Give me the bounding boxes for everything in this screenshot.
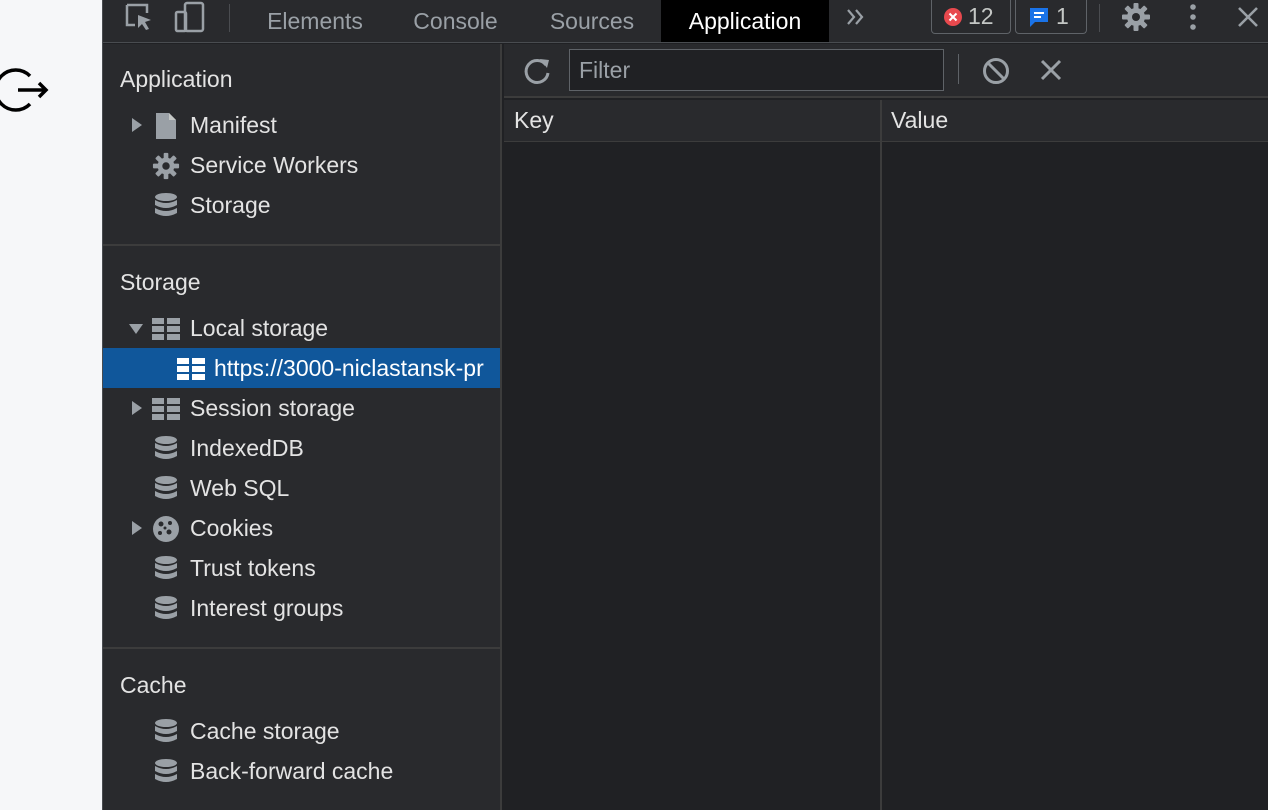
sidebar-item-web-sql[interactable]: Web SQL [103,468,500,508]
kebab-menu-icon[interactable] [1178,0,1208,34]
section-title-storage: Storage [120,269,201,295]
data-grid-header: Key Value [504,100,1268,142]
sidebar-item-storage[interactable]: Storage [103,185,500,225]
sidebar-item-cookies[interactable]: Cookies [103,508,500,548]
toolbar-divider [958,54,959,84]
devtools-panel: Elements Console Sources Application 12 [102,0,1268,810]
expand-arrow-icon[interactable] [130,520,144,536]
sidebar-item-label: Cookies [190,515,274,541]
sidebar-item-session-storage[interactable]: Session storage [103,388,500,428]
device-toggle-icon[interactable] [173,0,207,34]
tab-console[interactable]: Console [393,0,518,42]
sidebar-item-local-storage[interactable]: Local storage [103,308,500,348]
database-icon [152,758,180,786]
table-icon [152,395,180,423]
devtools-toolbar: Elements Console Sources Application 12 [103,0,1268,43]
filter-input[interactable] [569,49,944,91]
sidebar-item-label: Interest groups [190,595,344,621]
sidebar-item-back-forward-cache[interactable]: Back-forward cache [103,751,500,791]
sidebar-item-cache-storage[interactable]: Cache storage [103,711,500,751]
message-count-badge[interactable]: 1 [1015,0,1087,34]
close-icon[interactable] [1233,0,1263,34]
sidebar-item-label: Back-forward cache [190,758,394,784]
column-divider[interactable] [880,100,882,810]
file-icon [152,112,180,140]
sidebar-item-interest-groups[interactable]: Interest groups [103,588,500,628]
tab-application[interactable]: Application [661,0,829,42]
sidebar-item-label: Manifest [190,112,277,138]
sidebar-item-label: https://3000-niclastansk-pr [214,355,484,381]
section-divider [103,647,502,649]
sidebar-item-manifest[interactable]: Manifest [103,105,500,145]
column-header-value[interactable]: Value [891,107,948,134]
tab-elements[interactable]: Elements [251,0,379,42]
column-header-key[interactable]: Key [514,107,554,134]
database-icon [152,435,180,463]
sidebar-item-label: Session storage [190,395,355,421]
tab-sources[interactable]: Sources [533,0,651,42]
toolbar-divider [229,4,230,32]
sidebar-item-label: IndexedDB [190,435,304,461]
sidebar-item-label: Service Workers [190,152,359,178]
expand-arrow-icon[interactable] [130,400,144,416]
logout-icon[interactable] [0,64,50,112]
storage-main-pane: Key Value [504,44,1268,810]
sidebar-item-label: Storage [190,192,271,218]
refresh-icon[interactable] [522,56,552,86]
collapse-arrow-icon[interactable] [128,322,144,336]
toolbar-divider [1099,4,1100,32]
sidebar-item-local-storage-origin[interactable]: https://3000-niclastansk-pr [103,348,500,388]
section-title-application: Application [120,66,233,92]
sidebar-item-indexeddb[interactable]: IndexedDB [103,428,500,468]
page-background [0,0,102,810]
section-divider [103,244,502,246]
database-icon [152,595,180,623]
message-count: 1 [1056,3,1069,29]
inspect-element-icon[interactable] [123,0,155,34]
table-icon [177,355,205,383]
more-tabs-icon[interactable] [841,0,871,34]
storage-toolbar [504,44,1268,98]
sidebar-item-label: Cache storage [190,718,340,744]
message-icon [1030,7,1048,27]
error-count-badge[interactable]: 12 [931,0,1011,34]
database-icon [152,192,180,220]
section-title-cache: Cache [120,672,187,698]
sidebar-item-trust-tokens[interactable]: Trust tokens [103,548,500,588]
error-icon [944,7,962,26]
expand-arrow-icon[interactable] [130,117,144,133]
table-icon [152,315,180,343]
sidebar-item-label: Local storage [190,315,329,341]
database-icon [152,555,180,583]
error-count: 12 [968,3,994,29]
sidebar-item-label: Web SQL [190,475,290,501]
clear-all-icon[interactable] [981,56,1011,86]
cookie-icon [152,515,180,543]
settings-gear-icon[interactable] [1119,0,1153,34]
gear-icon [152,152,180,180]
database-icon [152,475,180,503]
database-icon [152,718,180,746]
delete-selected-icon[interactable] [1037,56,1065,84]
sidebar-item-service-workers[interactable]: Service Workers [103,145,500,185]
sidebar-item-label: Trust tokens [190,555,316,581]
application-sidebar: Application Manifest Service Workers Sto… [103,44,502,810]
